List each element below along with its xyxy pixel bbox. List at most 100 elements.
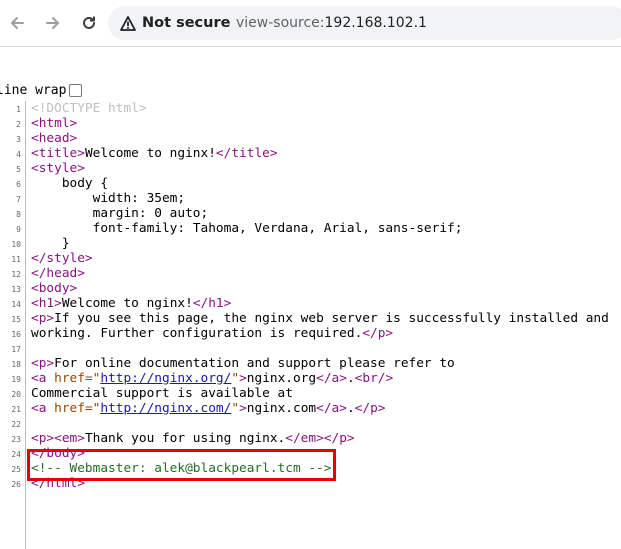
- line-number: 14: [11, 300, 21, 309]
- line-number: 5: [16, 165, 21, 174]
- code-token: }: [31, 236, 70, 251]
- code-token: href=": [54, 371, 101, 386]
- arrow-left-icon: [11, 17, 24, 29]
- code-token: </a>: [316, 371, 347, 386]
- line-number: 7: [16, 195, 21, 204]
- code-token: <head>: [31, 131, 78, 146]
- line-code: </style>: [31, 251, 93, 266]
- line-number: 10: [11, 240, 21, 249]
- line-number: 24: [11, 450, 21, 459]
- source-lines: 1 <!DOCTYPE html> 2 <html> 3 <head> 4 <title>We…: [0, 101, 621, 491]
- line-wrap-checkbox[interactable]: [69, 83, 83, 97]
- code-token: If you see this page, the nginx web serv…: [54, 311, 609, 326]
- arrow-right-icon: [46, 17, 59, 29]
- line-number: 15: [11, 315, 21, 324]
- source-line: 11 </style>: [0, 251, 621, 266]
- code-token: <h1>: [31, 296, 62, 311]
- line-number: 3: [16, 135, 21, 144]
- source-line: 22: [0, 416, 621, 431]
- source-line: 19 <a href="http://nginx.org/">nginx.org<…: [0, 371, 621, 386]
- line-code: }: [31, 236, 70, 251]
- code-token: .: [346, 371, 355, 386]
- source-line: 8 margin: 0 auto;: [0, 206, 621, 221]
- source-line: 7 width: 35em;: [0, 191, 621, 206]
- source-line: 17: [0, 341, 621, 356]
- code-token: </h1>: [192, 296, 232, 311]
- code-token: margin: 0 auto;: [31, 206, 209, 221]
- address-bar[interactable]: Not secure view-source: 192.168.102.1: [108, 6, 621, 40]
- code-token: </p>: [354, 401, 386, 416]
- code-token: </head>: [31, 266, 85, 281]
- source-line: 23 <p><em>Thank you for using nginx.</em>…: [0, 431, 621, 446]
- line-number: 6: [16, 180, 21, 189]
- source-link[interactable]: http://nginx.org/: [100, 371, 231, 386]
- code-token: nginx.org: [246, 371, 317, 386]
- source-line: 10 }: [0, 236, 621, 251]
- security-label: Not secure: [142, 15, 231, 31]
- line-number: 18: [11, 360, 21, 369]
- line-number: 21: [11, 405, 21, 414]
- line-code: <html>: [31, 116, 77, 131]
- browser-toolbar: Not secure view-source: 192.168.102.1: [0, 0, 621, 46]
- toolbar-divider: [0, 46, 621, 47]
- line-code: body {: [31, 176, 108, 191]
- line-number: 17: [11, 345, 21, 354]
- line-number: 23: [11, 435, 21, 444]
- code-token: .: [346, 401, 355, 416]
- line-code: Commercial support is available at: [31, 386, 293, 401]
- code-token: <p><em>: [31, 431, 85, 446]
- line-code: <p>If you see this page, the nginx web s…: [31, 311, 609, 326]
- forward-button[interactable]: [39, 9, 67, 37]
- code-token: <!DOCTYPE html>: [31, 101, 147, 116]
- security-indicator[interactable]: Not secure: [120, 8, 230, 38]
- code-token: </a>: [316, 401, 347, 416]
- line-wrap-control[interactable]: line wrap: [0, 81, 83, 99]
- line-code: <style>: [31, 161, 85, 176]
- code-token: Commercial support is available at: [31, 386, 293, 401]
- code-token: Thank you for using nginx.: [84, 431, 286, 446]
- code-token: ": [231, 401, 240, 416]
- source-line: 18 <p>For online documentation and suppor…: [0, 356, 621, 371]
- source-line: 1 <!DOCTYPE html>: [0, 101, 621, 116]
- line-code: <p>For online documentation and support …: [31, 356, 455, 371]
- code-token: <p>: [31, 311, 55, 326]
- url-host: 192.168.102.1: [324, 15, 427, 31]
- code-token: nginx.com: [246, 401, 317, 416]
- line-code: working. Further configuration is requir…: [31, 326, 393, 341]
- code-token: body {: [31, 176, 109, 191]
- code-token: >: [239, 401, 247, 416]
- source-line: 15 <p>If you see this page, the nginx web…: [0, 311, 621, 326]
- code-token: <br/>: [354, 371, 394, 386]
- source-line: 12 </head>: [0, 266, 621, 281]
- back-button[interactable]: [3, 9, 31, 37]
- reload-icon: [83, 16, 95, 29]
- url-scheme: view-source:: [236, 15, 325, 31]
- code-token: <a: [31, 371, 55, 386]
- line-code: margin: 0 auto;: [31, 206, 209, 221]
- url-text[interactable]: view-source: 192.168.102.1: [236, 6, 427, 40]
- source-line: 5 <style>: [0, 161, 621, 176]
- code-token: </title>: [215, 146, 278, 161]
- line-number: 16: [11, 330, 21, 339]
- line-number: 2: [16, 120, 21, 129]
- source-line: 6 body {: [0, 176, 621, 191]
- source-line: 13 <body>: [0, 281, 621, 296]
- line-code: width: 35em;: [31, 191, 185, 206]
- code-token: working. Further configuration is requir…: [31, 326, 363, 341]
- code-token: <a: [31, 401, 55, 416]
- code-token: </style>: [31, 251, 93, 266]
- highlight-box: [27, 449, 336, 481]
- line-code: <!DOCTYPE html>: [31, 101, 147, 116]
- code-token: Welcome to nginx!: [61, 296, 193, 311]
- code-token: For online documentation and support ple…: [54, 356, 455, 371]
- reload-button[interactable]: [75, 9, 103, 37]
- line-code: <body>: [31, 281, 77, 296]
- source-line: 9 font-family: Tahoma, Verdana, Arial, s…: [0, 221, 621, 236]
- source-line: 21 <a href="http://nginx.com/">nginx.com<…: [0, 401, 621, 416]
- source-link[interactable]: http://nginx.com/: [100, 401, 231, 416]
- line-number: 12: [11, 270, 21, 279]
- source-line: 16 working. Further configuration is requ…: [0, 326, 621, 341]
- warning-icon: [120, 15, 136, 31]
- line-code: <a href="http://nginx.org/">nginx.org</a…: [31, 371, 393, 386]
- line-number: 13: [11, 285, 21, 294]
